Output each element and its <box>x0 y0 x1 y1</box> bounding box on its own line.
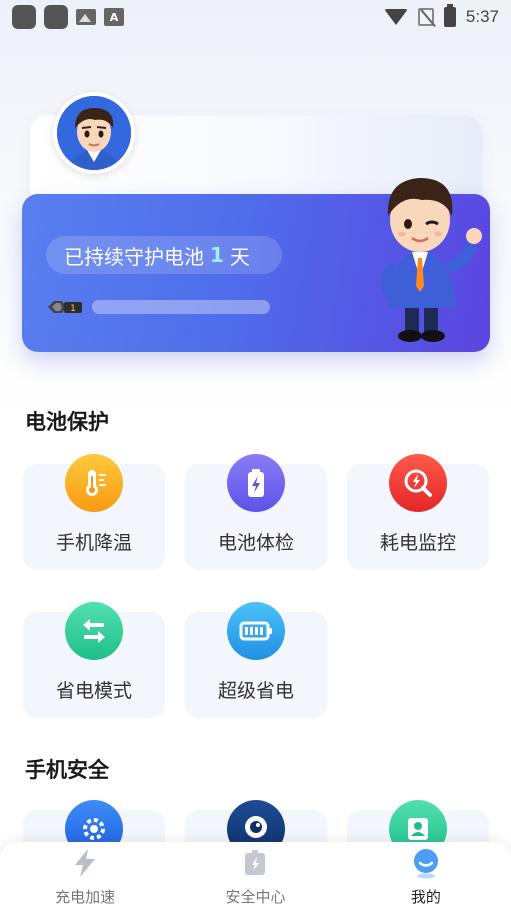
nav-charge-boost[interactable]: 充电加速 <box>0 842 170 910</box>
notification-icons: A <box>12 5 124 29</box>
guard-days-pill: 已持续守护电池 1 天 <box>46 236 282 274</box>
nav-label: 安全中心 <box>225 888 286 906</box>
level-badge-icon: 1 <box>48 301 82 314</box>
app-icon <box>44 5 68 29</box>
bottom-navigation: 充电加速 安全中心 我的 <box>0 842 511 910</box>
profile-icon <box>410 848 442 879</box>
battery-full-icon <box>227 602 285 660</box>
image-icon <box>76 9 96 25</box>
status-time: 5:37 <box>465 7 499 26</box>
avatar-face-icon <box>57 96 131 170</box>
tile-super-power-saving[interactable]: 超级省电 <box>185 602 327 718</box>
level-number: 1 <box>70 304 76 314</box>
tile-label: 手机降温 <box>55 532 132 554</box>
lightning-icon <box>69 848 101 878</box>
no-sim-icon <box>417 8 434 26</box>
power-monitor-icon <box>389 454 447 512</box>
tile-power-saving-mode[interactable]: 省电模式 <box>23 602 165 718</box>
tile-label: 省电模式 <box>55 680 132 702</box>
status-bar: A 5:37 <box>0 0 511 34</box>
system-icons: 5:37 <box>383 4 499 27</box>
guard-prefix: 已持续守护电池 <box>64 244 204 269</box>
tile-power-monitor[interactable]: 耗电监控 <box>347 454 489 570</box>
nav-mine[interactable]: 我的 <box>341 842 511 910</box>
nav-label: 我的 <box>410 888 441 906</box>
shield-battery-icon <box>239 848 271 878</box>
nav-label: 充电加速 <box>55 888 116 906</box>
battery-check-icon <box>227 454 285 512</box>
tile-battery-check[interactable]: 电池体检 <box>185 454 327 570</box>
phone-security-title: 手机安全 <box>25 758 109 782</box>
app-icon <box>12 5 36 29</box>
guard-progress-bar <box>92 300 270 314</box>
battery-charging-icon <box>443 4 456 27</box>
swap-arrows-icon <box>65 602 123 660</box>
wifi-icon <box>383 9 408 25</box>
tile-label: 电池体检 <box>217 532 294 554</box>
guard-suffix: 天 <box>229 244 250 269</box>
tile-label: 超级省电 <box>217 680 294 702</box>
battery-protection-title: 电池保护 <box>25 410 109 434</box>
mascot-illustration <box>380 178 482 342</box>
thermometer-icon <box>65 454 123 512</box>
a-icon: A <box>104 8 124 26</box>
tile-phone-cooling[interactable]: 手机降温 <box>23 454 165 570</box>
nav-security-center[interactable]: 安全中心 <box>170 842 340 910</box>
avatar[interactable] <box>53 92 135 174</box>
guard-days-count: 1 <box>210 243 224 267</box>
tile-label: 耗电监控 <box>379 532 456 554</box>
